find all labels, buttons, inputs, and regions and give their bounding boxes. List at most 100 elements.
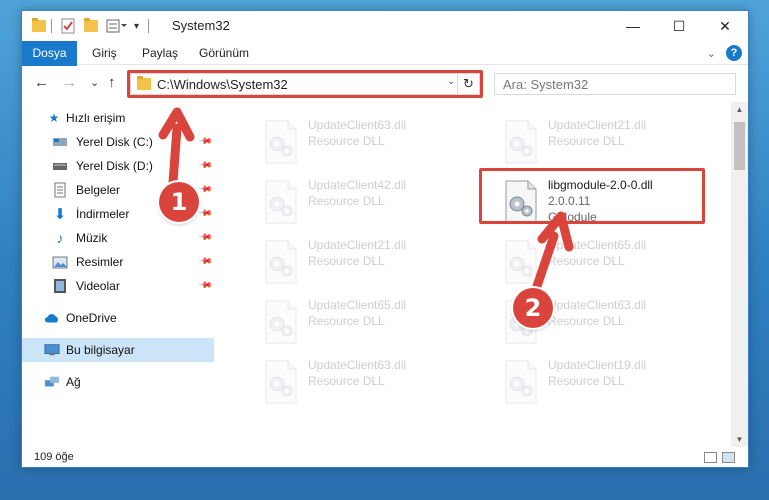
file-name: UpdateClient63.dll <box>308 358 407 372</box>
pin-icon[interactable]: 📌 <box>198 158 213 174</box>
pin-icon[interactable]: 📌 <box>198 182 213 198</box>
dll-file-icon <box>262 240 300 284</box>
pin-icon[interactable]: 📌 <box>198 230 213 246</box>
file-item[interactable]: UpdateClient65.dll Resource DLL <box>262 296 492 352</box>
downloads-icon: ⬇ <box>53 206 67 223</box>
file-item[interactable]: UpdateClient63.dll Resource DLL <box>262 356 492 412</box>
sidebar-item-label: Belgeler <box>76 183 121 197</box>
sidebar-item-quick-access[interactable]: ★ Hızlı erişim <box>22 106 214 130</box>
dll-file-icon <box>262 300 300 344</box>
pin-icon[interactable]: 📌 <box>198 254 213 270</box>
tab-view[interactable]: Görünüm <box>187 41 261 65</box>
file-name: UpdateClient65.dll <box>308 298 407 312</box>
app-folder-icon <box>32 17 46 35</box>
pin-icon[interactable]: 📌 <box>198 134 213 150</box>
pictures-icon <box>52 254 68 270</box>
vertical-scrollbar[interactable]: ▲ ▼ <box>731 102 748 447</box>
sidebar-item-label: Yerel Disk (D:) <box>76 159 153 173</box>
file-type: Resource DLL <box>548 314 625 328</box>
maximize-button[interactable]: ☐ <box>656 11 702 41</box>
dll-file-icon <box>502 360 540 404</box>
file-name: UpdateClient63.dll <box>548 298 647 312</box>
cloud-icon <box>44 310 60 326</box>
sidebar-item-disk-d[interactable]: Yerel Disk (D:) 📌 <box>22 154 214 178</box>
scroll-up-icon[interactable]: ▲ <box>731 105 748 114</box>
scroll-down-icon[interactable]: ▼ <box>731 435 748 444</box>
file-name: UpdateClient21.dll <box>308 238 407 252</box>
sidebar-item-label: Ağ <box>66 375 81 389</box>
file-item[interactable]: UpdateClient65.dll Resource DLL <box>502 236 732 292</box>
qa-separator <box>148 19 149 33</box>
network-icon <box>44 374 60 390</box>
navigation-bar: ← → ⌄ ↑ C:\Windows\System32 ⌄ ↻ Ara: Sys… <box>22 66 748 102</box>
file-type: Resource DLL <box>308 134 385 148</box>
sidebar-item-this-pc[interactable]: Bu bilgisayar <box>22 338 214 362</box>
file-type: Resource DLL <box>308 194 385 208</box>
forward-button[interactable]: → <box>62 74 77 91</box>
close-button[interactable]: ✕ <box>702 11 748 41</box>
file-highlight-box <box>479 168 705 224</box>
sidebar-item-label: Müzik <box>76 231 108 245</box>
file-name: UpdateClient19.dll <box>548 358 647 372</box>
step-2-badge: 2 <box>513 288 553 328</box>
sidebar-item-network[interactable]: Ağ <box>22 370 214 394</box>
dll-file-icon <box>262 360 300 404</box>
file-item[interactable]: UpdateClient21.dll Resource DLL <box>502 116 732 172</box>
navigation-pane: ★ Hızlı erişim Yerel Disk (C:) 📌 Yerel D… <box>22 106 214 451</box>
file-name: UpdateClient63.dll <box>308 118 407 132</box>
sidebar-item-label: Resimler <box>76 255 124 269</box>
item-count: 109 öğe <box>34 451 74 463</box>
dll-file-icon <box>502 120 540 164</box>
sidebar-item-music[interactable]: ♪ Müzik 📌 <box>22 226 214 250</box>
file-list: UpdateClient63.dll Resource DLL UpdateClie… <box>222 106 732 446</box>
file-item[interactable]: UpdateClient21.dll Resource DLL <box>262 236 492 292</box>
pin-icon[interactable]: 📌 <box>198 278 213 294</box>
sidebar-item-pictures[interactable]: Resimler 📌 <box>22 250 214 274</box>
details-view-icon[interactable] <box>704 452 717 463</box>
search-input[interactable]: Ara: System32 <box>494 73 736 95</box>
videos-icon <box>52 278 68 294</box>
tab-home[interactable]: Giriş <box>80 41 129 65</box>
file-item[interactable]: UpdateClient42.dll Resource DLL <box>262 176 492 232</box>
large-icons-view-icon[interactable] <box>722 452 735 463</box>
quick-access-dropdown-icon[interactable]: ▾ <box>134 17 139 35</box>
file-type: Resource DLL <box>308 374 385 388</box>
drive-icon <box>52 134 68 150</box>
file-item[interactable]: UpdateClient63.dll Resource DLL <box>262 116 492 172</box>
properties-icon[interactable] <box>60 17 76 35</box>
search-placeholder: Ara: System32 <box>503 77 589 92</box>
ribbon: Dosya Giriş Paylaş Görünüm ⌄ ? <box>22 41 748 97</box>
customize-toolbar-icon[interactable] <box>106 17 128 35</box>
sidebar-item-label: OneDrive <box>66 311 117 325</box>
sidebar-item-label: İndirmeler <box>76 207 130 221</box>
pin-icon[interactable]: 📌 <box>198 206 213 222</box>
file-type: Resource DLL <box>548 374 625 388</box>
sidebar-item-videos[interactable]: Videolar 📌 <box>22 274 214 298</box>
sidebar-item-disk-c[interactable]: Yerel Disk (C:) 📌 <box>22 130 214 154</box>
dll-file-icon <box>262 120 300 164</box>
recent-locations-button[interactable]: ⌄ <box>90 76 99 89</box>
new-folder-icon[interactable] <box>84 17 98 35</box>
back-button[interactable]: ← <box>34 74 49 91</box>
dll-file-icon <box>502 240 540 284</box>
music-icon: ♪ <box>56 230 64 246</box>
drive-icon <box>52 158 68 174</box>
file-type: Resource DLL <box>548 134 625 148</box>
expand-ribbon-icon[interactable]: ⌄ <box>707 47 716 60</box>
title-bar: ▾ System32 — ☐ ✕ <box>22 11 748 41</box>
file-item[interactable]: UpdateClient19.dll Resource DLL <box>502 356 732 412</box>
minimize-button[interactable]: — <box>610 11 656 41</box>
up-button[interactable]: ↑ <box>108 74 116 91</box>
status-bar: 109 öğe <box>22 447 748 467</box>
file-type: Resource DLL <box>308 254 385 268</box>
sidebar-item-onedrive[interactable]: OneDrive <box>22 306 214 330</box>
help-icon[interactable]: ? <box>726 45 742 61</box>
address-highlight-box <box>127 70 483 98</box>
scrollbar-thumb[interactable] <box>734 122 745 170</box>
file-name: UpdateClient21.dll <box>548 118 647 132</box>
explorer-window: ▾ System32 — ☐ ✕ Dosya Giriş Paylaş Görü… <box>21 10 749 468</box>
tab-share[interactable]: Paylaş <box>130 41 190 65</box>
file-name: UpdateClient65.dll <box>548 238 647 252</box>
sidebar-item-label: Bu bilgisayar <box>66 343 135 357</box>
file-name: UpdateClient42.dll <box>308 178 407 192</box>
